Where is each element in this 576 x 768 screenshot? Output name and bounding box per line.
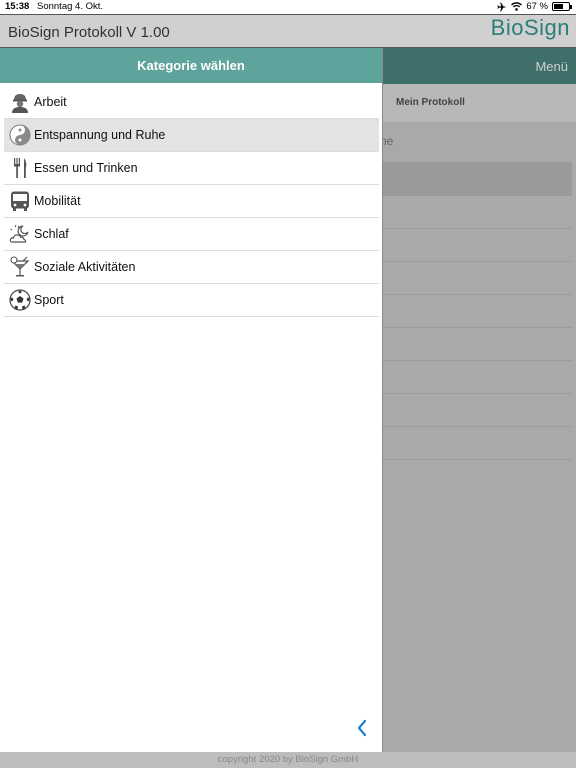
status-bar: 15:38 Sonntag 4. Okt. 67 %: [0, 0, 576, 14]
soccer-ball-icon: [9, 289, 31, 311]
menu-button[interactable]: Menü: [535, 59, 568, 74]
bus-icon: [11, 191, 29, 211]
biosign-logo: BioSign: [491, 17, 570, 39]
category-item-sport[interactable]: Sport: [4, 284, 379, 317]
category-list: Arbeit Entspannung und Ruhe Essen und Tr…: [0, 86, 382, 317]
divider: [382, 261, 572, 262]
footer: copyright 2020 by BioSign GmbH: [0, 752, 576, 768]
category-label: Entspannung und Ruhe: [34, 128, 166, 142]
background-content: ne: [380, 122, 576, 752]
category-label: Arbeit: [34, 95, 67, 109]
logo-brand: BioSign: [490, 15, 570, 40]
cocktail-icon: [10, 256, 30, 277]
category-label: Essen und Trinken: [34, 161, 138, 175]
drawer-title: Kategorie wählen: [0, 48, 382, 83]
divider: [382, 327, 572, 328]
divider: [382, 426, 572, 427]
divider: [382, 393, 572, 394]
chevron-left-icon[interactable]: [354, 718, 370, 738]
fork-knife-icon: [14, 158, 27, 178]
divider: [382, 228, 572, 229]
moon-cloud-icon: [9, 224, 29, 243]
category-item-entspannung[interactable]: Entspannung und Ruhe: [4, 119, 379, 152]
category-label: Sport: [34, 293, 64, 307]
background-tabbar: Mein Protokoll: [382, 84, 576, 122]
status-date: Sonntag 4. Okt.: [37, 1, 104, 12]
airplane-icon: [497, 2, 507, 11]
status-time: 15:38: [5, 1, 30, 12]
category-label: Soziale Aktivitäten: [34, 260, 136, 274]
category-item-schlaf[interactable]: Schlaf: [4, 218, 379, 251]
yin-yang-icon: [9, 124, 31, 146]
status-right: 67 %: [497, 1, 572, 12]
battery-percentage: 67 %: [526, 1, 548, 12]
battery-icon: [552, 2, 572, 11]
category-item-essen[interactable]: Essen und Trinken: [4, 152, 379, 185]
wifi-icon: [511, 2, 523, 11]
divider: [382, 294, 572, 295]
divider: [382, 459, 572, 460]
divider: [382, 360, 572, 361]
category-drawer: Kategorie wählen Arbeit Entspannung und …: [0, 48, 383, 752]
category-label: Mobilität: [34, 194, 81, 208]
background-navbar: Menü: [382, 48, 576, 84]
app-title: BioSign Protokoll V 1.00: [8, 24, 170, 41]
worker-icon: [12, 94, 28, 113]
background-selected-row: [382, 162, 572, 196]
tab-mein-protokoll[interactable]: Mein Protokoll: [396, 97, 465, 108]
category-item-mobilitaet[interactable]: Mobilität: [4, 185, 379, 218]
footer-copyright: copyright 2020 by BioSign GmbH: [217, 754, 359, 765]
category-label: Schlaf: [34, 227, 69, 241]
category-item-soziale-aktivitaeten[interactable]: Soziale Aktivitäten: [4, 251, 379, 284]
category-item-arbeit[interactable]: Arbeit: [4, 86, 379, 119]
app-header: BioSign Protokoll V 1.00 BioSign: [0, 14, 576, 48]
